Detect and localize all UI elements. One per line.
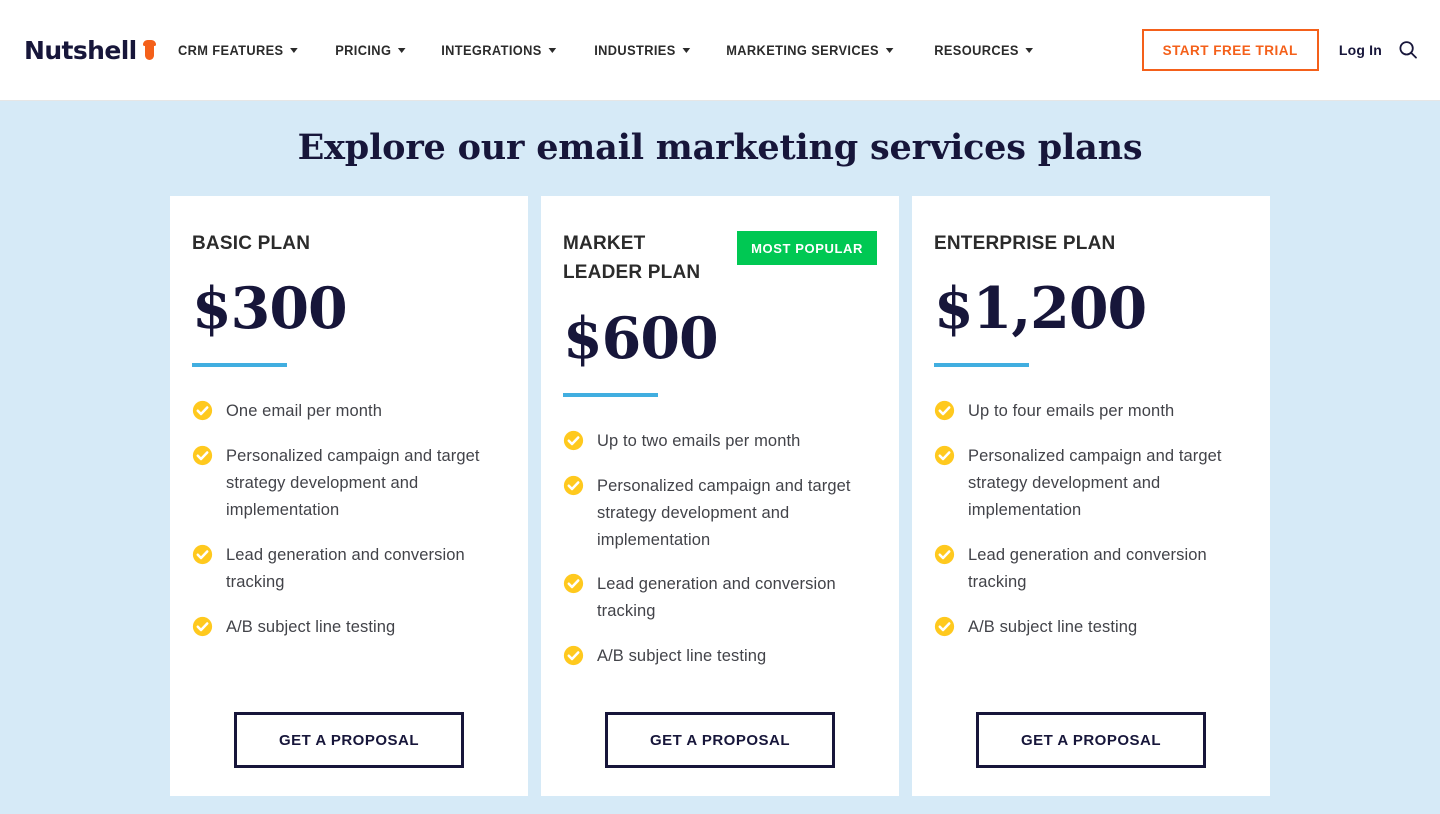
plan-price: $300: [192, 275, 348, 343]
pricing-card-enterprise: ENTERPRISE PLAN $1,200 Up to four emails…: [912, 196, 1270, 796]
feature-list: Up to two emails per month Personalized …: [563, 428, 877, 670]
pricing-cards-row: BASIC PLAN $300 One email per month Pers…: [0, 196, 1440, 796]
search-icon: [1399, 41, 1417, 59]
plan-name: ENTERPRISE PLAN: [934, 233, 1116, 254]
plans-section: Explore our email marketing services pla…: [0, 101, 1440, 796]
nav-item-label: INDUSTRIES: [593, 42, 676, 58]
feature-list: One email per month Personalized campaig…: [192, 398, 506, 640]
chevron-down-icon: [289, 47, 298, 53]
feature-text: Up to two emails per month: [597, 431, 801, 450]
price-divider: [563, 392, 658, 397]
plan-header: MARKET LEADER PLAN MOST POPULAR: [563, 229, 877, 288]
nav-item-resources[interactable]: RESOURCES: [919, 43, 1048, 58]
feature-text: A/B subject line testing: [226, 617, 396, 636]
logo-text: Nutshell: [24, 35, 137, 65]
get-a-proposal-button[interactable]: GET A PROPOSAL: [233, 712, 465, 768]
list-item: Lead generation and conversion tracking: [192, 542, 506, 596]
start-free-trial-button[interactable]: START FREE TRIAL: [1141, 28, 1319, 72]
acorn-icon: [142, 40, 156, 60]
check-circle-icon: [934, 446, 955, 466]
feature-text: Lead generation and conversion tracking: [968, 546, 1207, 591]
list-item: Lead generation and conversion tracking: [563, 571, 877, 625]
chevron-down-icon: [397, 47, 406, 53]
site-header: Nutshell CRM FEATURES PRICING INTEGRATIO…: [0, 0, 1440, 101]
nav-item-marketing-services[interactable]: MARKETING SERVICES: [711, 43, 908, 58]
login-link[interactable]: Log In: [1339, 42, 1382, 58]
list-item: Lead generation and conversion tracking: [934, 542, 1248, 596]
plan-price: $1,200: [934, 275, 1147, 343]
nav-item-industries[interactable]: INDUSTRIES: [579, 43, 705, 58]
search-button[interactable]: [1398, 40, 1418, 60]
check-circle-icon: [563, 475, 584, 495]
feature-text: Lead generation and conversion tracking: [597, 575, 836, 621]
list-item: A/B subject line testing: [934, 614, 1248, 641]
feature-text: Personalized campaign and target strateg…: [968, 447, 1222, 520]
plan-name: MARKET LEADER PLAN: [563, 233, 701, 284]
status-badge: MOST POPULAR: [737, 231, 877, 265]
card-footer: GET A PROPOSAL: [192, 682, 506, 768]
list-item: Personalized campaign and target strateg…: [192, 443, 506, 524]
check-circle-icon: [192, 544, 213, 565]
get-a-proposal-button[interactable]: GET A PROPOSAL: [604, 712, 836, 768]
check-circle-icon: [192, 616, 213, 636]
feature-text: A/B subject line testing: [968, 617, 1138, 636]
nav-item-label: MARKETING SERVICES: [726, 42, 880, 58]
card-footer: GET A PROPOSAL: [934, 682, 1248, 768]
check-circle-icon: [934, 401, 955, 421]
main-nav: CRM FEATURES PRICING INTEGRATIONS INDUST…: [178, 43, 1056, 58]
check-circle-icon: [563, 646, 584, 666]
check-circle-icon: [934, 544, 955, 565]
nav-item-crm-features[interactable]: CRM FEATURES: [178, 43, 313, 58]
plan-price: $600: [563, 304, 719, 372]
list-item: One email per month: [192, 398, 506, 425]
plan-header: ENTERPRISE PLAN: [934, 229, 1248, 258]
check-circle-icon: [563, 430, 584, 450]
check-circle-icon: [192, 401, 213, 421]
list-item: A/B subject line testing: [563, 643, 877, 670]
logo[interactable]: Nutshell: [24, 38, 156, 63]
nav-item-label: CRM FEATURES: [177, 42, 284, 58]
chevron-down-icon: [681, 47, 690, 53]
check-circle-icon: [934, 616, 955, 636]
nav-item-label: PRICING: [334, 42, 392, 58]
get-a-proposal-button[interactable]: GET A PROPOSAL: [975, 712, 1207, 768]
check-circle-icon: [563, 574, 584, 594]
list-item: Personalized campaign and target strateg…: [934, 443, 1248, 524]
price-divider: [934, 363, 1029, 368]
price-divider: [192, 363, 287, 368]
chevron-down-icon: [1025, 47, 1034, 53]
nav-item-label: INTEGRATIONS: [440, 42, 542, 58]
pricing-card-basic: BASIC PLAN $300 One email per month Pers…: [170, 196, 528, 796]
header-actions: START FREE TRIAL Log In: [1141, 28, 1418, 72]
page-title: Explore our email marketing services pla…: [297, 127, 1143, 168]
card-footer: GET A PROPOSAL: [563, 682, 877, 768]
list-item: Personalized campaign and target strateg…: [563, 473, 877, 554]
list-item: Up to four emails per month: [934, 398, 1248, 425]
chevron-down-icon: [548, 47, 556, 53]
nav-item-integrations[interactable]: INTEGRATIONS: [426, 43, 571, 58]
feature-text: Personalized campaign and target strateg…: [597, 476, 851, 549]
feature-text: Personalized campaign and target strateg…: [226, 447, 480, 520]
feature-text: Lead generation and conversion tracking: [226, 546, 465, 591]
pricing-card-market-leader: MARKET LEADER PLAN MOST POPULAR $600 Up …: [541, 196, 899, 796]
check-circle-icon: [192, 446, 213, 466]
nav-item-pricing[interactable]: PRICING: [320, 43, 421, 58]
feature-list: Up to four emails per month Personalized…: [934, 398, 1248, 640]
feature-text: One email per month: [226, 402, 382, 421]
feature-text: A/B subject line testing: [597, 647, 767, 666]
list-item: Up to two emails per month: [563, 428, 877, 455]
plan-name: BASIC PLAN: [192, 233, 311, 254]
list-item: A/B subject line testing: [192, 614, 506, 641]
chevron-down-icon: [885, 47, 894, 53]
plan-header: BASIC PLAN: [192, 229, 506, 258]
feature-text: Up to four emails per month: [968, 402, 1175, 421]
nav-item-label: RESOURCES: [934, 42, 1019, 58]
